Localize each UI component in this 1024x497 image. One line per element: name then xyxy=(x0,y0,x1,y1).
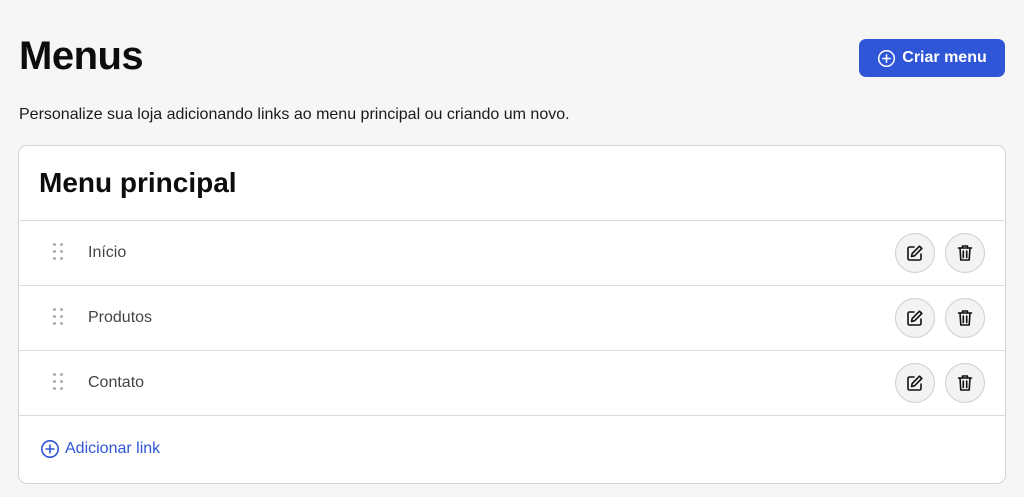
menu-item-label: Início xyxy=(88,244,127,261)
edit-icon xyxy=(907,375,923,391)
menu-item-actions xyxy=(895,233,985,273)
edit-item-button[interactable] xyxy=(895,363,935,403)
delete-item-button[interactable] xyxy=(945,233,985,273)
menu-card-title: Menu principal xyxy=(39,167,237,198)
trash-icon xyxy=(957,310,973,326)
edit-icon xyxy=(907,310,923,326)
create-menu-button[interactable]: Criar menu xyxy=(859,39,1005,77)
plus-circle-icon xyxy=(878,49,896,67)
add-link-button[interactable]: Adicionar link xyxy=(19,416,1005,482)
edit-icon xyxy=(907,245,923,261)
menu-item-actions xyxy=(895,298,985,338)
menu-item-row: Produtos xyxy=(19,286,1005,351)
drag-handle-icon[interactable] xyxy=(53,243,65,261)
menu-card-header: Menu principal xyxy=(19,146,1005,221)
menu-item-label: Contato xyxy=(88,374,145,391)
edit-item-button[interactable] xyxy=(895,298,935,338)
delete-item-button[interactable] xyxy=(945,363,985,403)
trash-icon xyxy=(957,245,973,261)
menu-card: Menu principal Início Produtos Contato A… xyxy=(18,145,1006,484)
menu-item-actions xyxy=(895,363,985,403)
drag-handle-icon[interactable] xyxy=(53,373,65,391)
add-link-label: Adicionar link xyxy=(65,440,161,457)
menu-item-label: Produtos xyxy=(88,309,153,326)
edit-item-button[interactable] xyxy=(895,233,935,273)
delete-item-button[interactable] xyxy=(945,298,985,338)
menus-page: Menus Criar menu Personalize sua loja ad… xyxy=(0,0,1024,497)
trash-icon xyxy=(957,375,973,391)
plus-circle-icon xyxy=(41,440,59,458)
page-title: Menus xyxy=(19,34,144,78)
menu-item-row: Contato xyxy=(19,351,1005,416)
drag-handle-icon[interactable] xyxy=(53,308,65,326)
menu-item-row: Início xyxy=(19,221,1005,286)
create-menu-label: Criar menu xyxy=(902,49,987,66)
page-subtitle: Personalize sua loja adicionando links a… xyxy=(19,106,570,123)
